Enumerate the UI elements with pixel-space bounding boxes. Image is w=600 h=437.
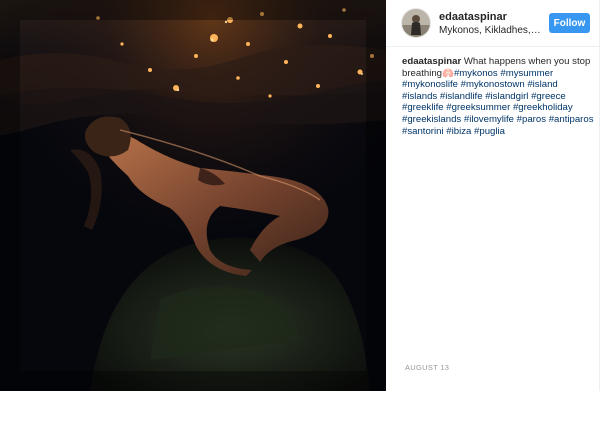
hashtag-link[interactable]: #islandlife [440, 91, 483, 102]
photo-image [0, 0, 386, 391]
post-photo[interactable] [0, 0, 386, 391]
post-author[interactable]: edaataspinar [439, 11, 507, 23]
hashtag-link[interactable]: #greekislands [402, 114, 461, 125]
post-caption: edaataspinar What happens when you stop … [402, 56, 594, 137]
caption-author[interactable]: edaataspinar [402, 56, 461, 67]
hashtag-link[interactable]: #greeklife [402, 102, 444, 113]
hashtag-link[interactable]: #puglia [474, 126, 505, 137]
hashtag-link[interactable]: #mykonos [454, 68, 498, 79]
avatar-image [402, 9, 430, 37]
hashtag-link[interactable]: #mysummer [500, 68, 553, 79]
hashtag-link[interactable]: #island [527, 79, 557, 90]
caption-emoji: 🫁 [442, 67, 454, 79]
hashtag-link[interactable]: #greekholiday [513, 102, 573, 113]
hashtag-link[interactable]: #ilovemylife [464, 114, 514, 125]
hashtag-link[interactable]: #mykonoslife [402, 79, 458, 90]
post-sidebar: edaataspinar Mykonos, Kikladhes, Gr... F… [386, 0, 600, 391]
hashtag-link[interactable]: #mykonostown [461, 79, 525, 90]
hashtag-link[interactable]: #ibiza [446, 126, 471, 137]
hashtag-link[interactable]: #islands [402, 91, 437, 102]
hashtag-link[interactable]: #greece [531, 91, 566, 102]
hashtag-link[interactable]: #islandgirl [485, 91, 528, 102]
post-header: edaataspinar Mykonos, Kikladhes, Gr... F… [386, 0, 599, 47]
page-footer-space [0, 391, 600, 437]
hashtag-link[interactable]: #greeksummer [446, 102, 510, 113]
follow-button[interactable]: Follow [549, 13, 590, 33]
avatar[interactable] [402, 9, 430, 37]
hashtag-link[interactable]: #antiparos [549, 114, 594, 125]
hashtag-link[interactable]: #santorini [402, 126, 444, 137]
hashtag-link[interactable]: #paros [517, 114, 546, 125]
post-date[interactable]: AUGUST 13 [405, 363, 449, 372]
post-location[interactable]: Mykonos, Kikladhes, Gr... [439, 25, 541, 36]
